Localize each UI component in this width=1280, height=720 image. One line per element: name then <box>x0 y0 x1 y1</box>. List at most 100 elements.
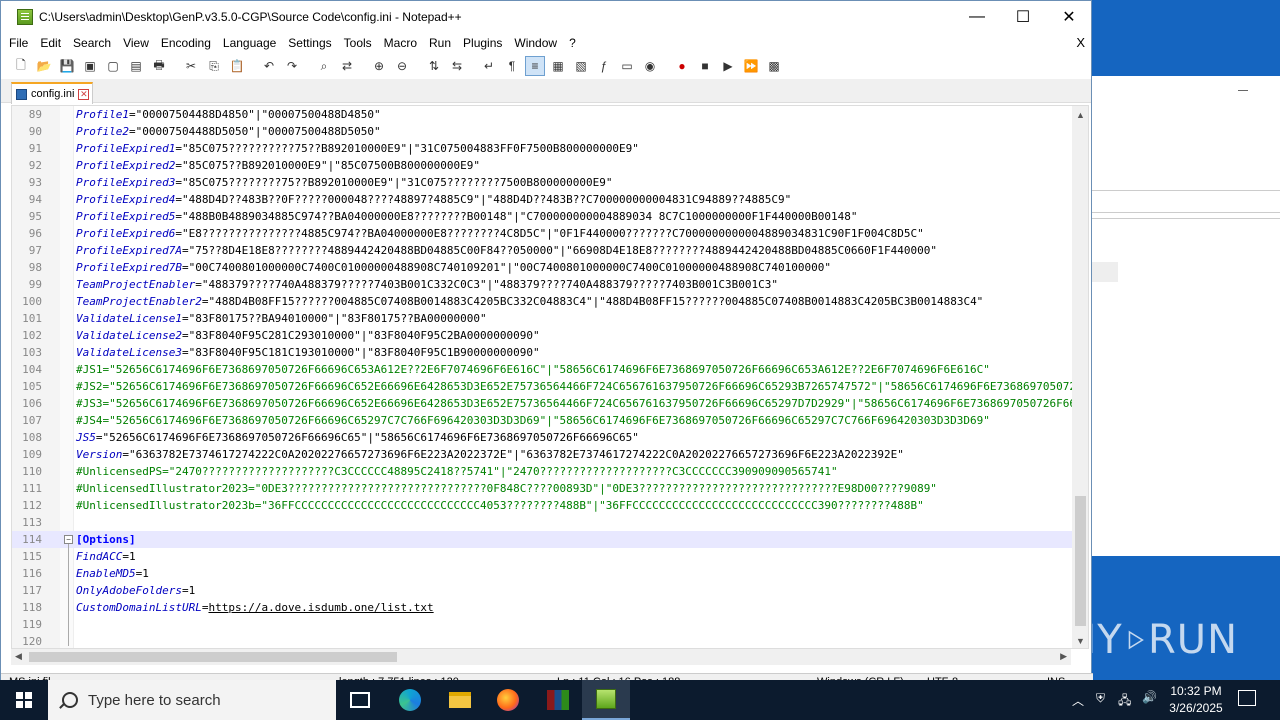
code-line: 99 TeamProjectEnabler="488379????740A4883… <box>12 276 1072 293</box>
menu-search[interactable]: Search <box>67 36 117 50</box>
ini-section: [Options] <box>76 533 136 546</box>
find-icon[interactable]: ⌕ <box>314 56 334 76</box>
function-list-icon[interactable]: ƒ <box>594 56 614 76</box>
notepadpp-icon <box>596 689 616 709</box>
copy-icon[interactable]: ⎘ <box>204 56 224 76</box>
menu-settings[interactable]: Settings <box>282 36 337 50</box>
equals-sign: = <box>181 312 189 325</box>
menu-view[interactable]: View <box>117 36 155 50</box>
divider <box>1092 212 1280 213</box>
menu-macro[interactable]: Macro <box>378 36 423 50</box>
menu-file[interactable]: File <box>1 36 34 50</box>
ini-value: "83F80175??BA94010000"|"83F80175??BA0000… <box>188 312 487 325</box>
print-icon[interactable]: 🖶 <box>149 56 169 76</box>
line-number: 111 <box>22 482 42 495</box>
menu-tools[interactable]: Tools <box>338 36 378 50</box>
document-monitor-icon[interactable]: ◉ <box>640 56 660 76</box>
close-document-button[interactable]: X <box>1076 35 1085 50</box>
menu-plugins[interactable]: Plugins <box>457 36 508 50</box>
code-line: 100 TeamProjectEnabler2="488D4B08FF15????… <box>12 293 1072 310</box>
ini-value: 1 <box>128 550 136 563</box>
winrar-button[interactable] <box>534 680 582 720</box>
minimize-button[interactable]: — <box>954 1 1000 33</box>
stop-macro-icon[interactable]: ■ <box>695 56 715 76</box>
fold-line <box>68 544 69 646</box>
menu-encoding[interactable]: Encoding <box>155 36 217 50</box>
word-wrap-icon[interactable]: ↵ <box>479 56 499 76</box>
code-area[interactable]: 89 Profile1="00007504488D4850"|"000075004… <box>12 106 1088 648</box>
equals-sign: = <box>128 108 136 121</box>
code-line: 89 Profile1="00007504488D4850"|"000075004… <box>12 106 1072 123</box>
undo-icon[interactable]: ↶ <box>259 56 279 76</box>
tab-config-ini[interactable]: config.ini ✕ <box>11 82 93 104</box>
new-file-icon[interactable]: 🗋 <box>11 56 31 76</box>
ini-value: 1 <box>188 584 196 597</box>
firefox-button[interactable] <box>484 680 532 720</box>
line-number: 108 <box>22 431 42 444</box>
editor-pane[interactable]: 89 Profile1="00007504488D4850"|"000075004… <box>11 105 1089 649</box>
save-macro-icon[interactable]: ▩ <box>764 56 784 76</box>
save-icon[interactable]: 💾 <box>57 56 77 76</box>
menu-language[interactable]: Language <box>217 36 282 50</box>
zoom-in-icon[interactable]: ⊕ <box>369 56 389 76</box>
line-number: 94 <box>28 193 42 206</box>
security-icon[interactable]: ⛨ <box>1096 691 1105 706</box>
replace-icon[interactable]: ⇄ <box>337 56 357 76</box>
ini-key: CustomDomainListURL <box>76 601 202 614</box>
volume-icon[interactable]: 🔊 <box>1142 690 1157 704</box>
redo-icon[interactable]: ↷ <box>282 56 302 76</box>
scroll-up-icon[interactable]: ▲ <box>1076 110 1085 120</box>
menu-edit[interactable]: Edit <box>34 36 67 50</box>
sync-vertical-icon[interactable]: ⇅ <box>424 56 444 76</box>
line-text: FindACC=1 <box>76 548 136 565</box>
paste-icon[interactable]: 📋 <box>227 56 247 76</box>
notepadpp-task-button[interactable] <box>582 680 630 720</box>
line-text: Profile2="00007504488D5050"|"00007500488… <box>76 123 381 140</box>
maximize-button[interactable]: ☐ <box>1000 1 1046 33</box>
horizontal-scrollbar[interactable]: ◀ ▶ <box>11 649 1071 665</box>
network-icon[interactable]: 🖧 <box>1118 691 1131 712</box>
task-view-button[interactable] <box>336 680 384 720</box>
line-text: JS5="52656C6174696F6E7368697050726F66696… <box>76 429 639 446</box>
show-all-chars-icon[interactable]: ¶ <box>502 56 522 76</box>
cut-icon[interactable]: ✂ <box>181 56 201 76</box>
scroll-right-icon[interactable]: ▶ <box>1060 651 1067 662</box>
close-button[interactable]: ✕ <box>1046 1 1092 33</box>
scroll-down-icon[interactable]: ▼ <box>1076 636 1085 646</box>
vertical-scrollbar[interactable]: ▲ ▼ <box>1072 106 1088 648</box>
folder-workspace-icon[interactable]: ▭ <box>617 56 637 76</box>
close-all-icon[interactable]: ▤ <box>126 56 146 76</box>
taskbar-search-box[interactable]: Type here to search <box>48 680 336 720</box>
equals-sign: = <box>175 159 182 172</box>
ini-key: TeamProjectEnabler2 <box>76 295 202 308</box>
save-all-icon[interactable]: ▣ <box>80 56 100 76</box>
document-map-icon[interactable]: ▧ <box>571 56 591 76</box>
toolbar: 🗋 📂 💾 ▣ ▢ ▤ 🖶 ✂ ⎘ 📋 ↶ ↷ ⌕ ⇄ ⊕ ⊖ ⇅ ⇆ ↵ ¶ … <box>1 53 1091 79</box>
url-link[interactable]: https://a.dove.isdumb.one/list.txt <box>208 601 433 614</box>
notification-center-icon[interactable] <box>1238 690 1256 706</box>
play-macro-icon[interactable]: ▶ <box>718 56 738 76</box>
fold-toggle-icon[interactable]: − <box>64 535 73 544</box>
sync-horizontal-icon[interactable]: ⇆ <box>447 56 467 76</box>
chevron-up-icon[interactable]: ︿ <box>1072 692 1084 709</box>
menu-window[interactable]: Window <box>508 36 563 50</box>
run-macro-multiple-icon[interactable]: ⏩ <box>741 56 761 76</box>
close-file-icon[interactable]: ▢ <box>103 56 123 76</box>
scroll-thumb[interactable] <box>1075 496 1086 626</box>
user-defined-language-icon[interactable]: ▦ <box>548 56 568 76</box>
menu-run[interactable]: Run <box>423 36 457 50</box>
edge-button[interactable] <box>386 680 434 720</box>
zoom-out-icon[interactable]: ⊖ <box>392 56 412 76</box>
scroll-thumb-h[interactable] <box>29 652 397 662</box>
start-button[interactable] <box>0 680 48 720</box>
tab-close-icon[interactable]: ✕ <box>78 88 90 100</box>
clock[interactable]: 10:32 PM 3/26/2025 <box>1168 683 1224 717</box>
scroll-left-icon[interactable]: ◀ <box>15 651 22 662</box>
line-text: #UnlicensedIllustrator2023b="36FFCCCCCCC… <box>76 497 924 514</box>
file-explorer-button[interactable] <box>436 680 484 720</box>
open-file-icon[interactable]: 📂 <box>34 56 54 76</box>
indent-guide-icon[interactable]: ≡ <box>525 56 545 76</box>
record-macro-icon[interactable]: ● <box>672 56 692 76</box>
equals-sign: = <box>181 346 189 359</box>
menu-help[interactable]: ? <box>563 36 582 50</box>
